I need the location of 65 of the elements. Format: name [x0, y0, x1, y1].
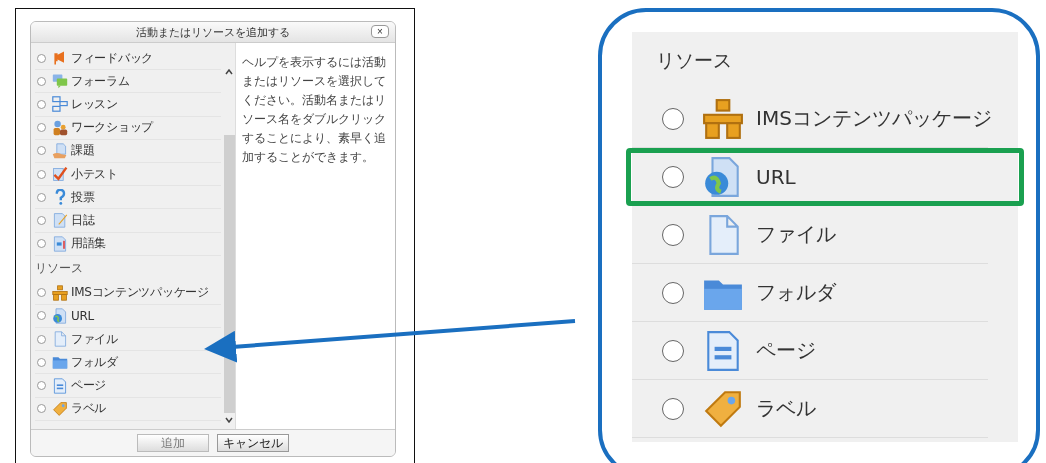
- document-icon: [52, 235, 68, 252]
- radio-button[interactable]: [37, 239, 46, 249]
- scroll-up-icon[interactable]: [225, 69, 233, 75]
- module-name[interactable]: フォルダ: [71, 353, 118, 371]
- radio-button[interactable]: [662, 223, 684, 246]
- radio-button[interactable]: [37, 381, 46, 391]
- pencil-document-icon: [52, 212, 68, 229]
- radio-button[interactable]: [37, 215, 46, 225]
- section-heading: リソース: [35, 260, 84, 278]
- module-name[interactable]: フィードバック: [71, 49, 153, 67]
- module-name[interactable]: IMSコンテンツパッケージ: [71, 284, 209, 302]
- radio-button[interactable]: [662, 166, 684, 188]
- hand-document-icon: [52, 142, 68, 159]
- module-name[interactable]: IMSコンテンツパッケージ: [756, 105, 992, 132]
- speech-bubbles-icon: [52, 73, 68, 90]
- radio-button[interactable]: [37, 169, 46, 179]
- section-heading: リソース: [655, 48, 733, 73]
- module-name[interactable]: フォーラム: [71, 72, 130, 90]
- radio-button[interactable]: [37, 99, 46, 109]
- radio-button[interactable]: [662, 397, 684, 420]
- module-name[interactable]: 課題: [71, 142, 95, 160]
- module-name[interactable]: ワークショップ: [71, 119, 153, 137]
- module-name[interactable]: URL: [71, 308, 94, 323]
- radio-button[interactable]: [37, 404, 46, 414]
- scrollbar-thumb[interactable]: [223, 135, 235, 413]
- boxes-icon: [52, 284, 68, 301]
- module-name[interactable]: フォルダ: [756, 279, 836, 306]
- folder-icon: [52, 354, 68, 371]
- dialog-button[interactable]: キャンセル: [217, 434, 289, 452]
- dialog-title: 活動またはリソースを追加する: [136, 24, 290, 40]
- radio-button[interactable]: [37, 53, 46, 63]
- close-button[interactable]: ×: [371, 25, 389, 38]
- radio-button[interactable]: [37, 76, 46, 86]
- module-name[interactable]: 用語集: [71, 235, 107, 253]
- module-name[interactable]: レッスン: [71, 95, 118, 113]
- module-name[interactable]: ページ: [756, 337, 816, 364]
- tag-icon: [52, 400, 68, 417]
- radio-button[interactable]: [37, 311, 46, 321]
- globe-document-icon: [52, 307, 68, 324]
- module-name[interactable]: 小テスト: [71, 165, 118, 183]
- people-icon: [52, 119, 68, 136]
- radio-button[interactable]: [37, 288, 46, 298]
- module-name[interactable]: ラベル: [756, 395, 816, 422]
- radio-button[interactable]: [37, 357, 46, 367]
- module-name[interactable]: 日誌: [71, 211, 95, 229]
- module-name[interactable]: ファイル: [756, 221, 836, 248]
- module-name[interactable]: ラベル: [71, 400, 107, 418]
- checkmark-icon: [52, 166, 68, 183]
- radio-button[interactable]: [37, 146, 46, 156]
- module-name[interactable]: ファイル: [71, 330, 118, 348]
- file-icon: [52, 331, 68, 348]
- page-icon: [52, 377, 68, 394]
- module-name[interactable]: 投票: [71, 188, 95, 206]
- radio-button[interactable]: [37, 192, 46, 202]
- flowchart-icon: [52, 96, 68, 113]
- radio-button[interactable]: [37, 123, 46, 133]
- module-name[interactable]: ページ: [71, 377, 107, 395]
- help-text: ヘルプを表示するには活動またはリソースを選択してください。活動名またはリソース名をダブルクリックすることにより、素早く追加することができます。: [242, 54, 387, 166]
- module-name[interactable]: URL: [756, 165, 796, 189]
- radio-button[interactable]: [662, 107, 684, 130]
- boxes-icon: [702, 97, 744, 140]
- scroll-down-icon[interactable]: [225, 417, 233, 423]
- radio-button[interactable]: [37, 334, 46, 344]
- radio-button[interactable]: [662, 339, 684, 362]
- radio-button[interactable]: [662, 281, 684, 304]
